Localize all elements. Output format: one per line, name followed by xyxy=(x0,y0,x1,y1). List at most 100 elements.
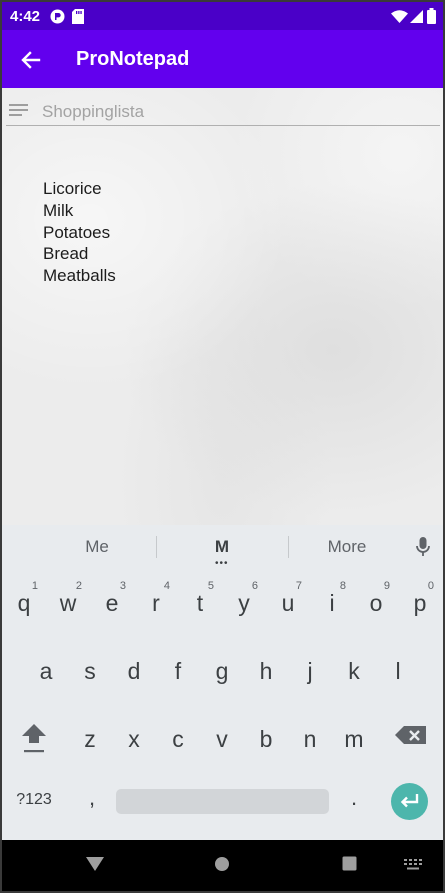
sd-card-icon xyxy=(72,9,84,29)
short-text-icon xyxy=(8,102,30,123)
key-char: i xyxy=(329,590,335,616)
wifi-icon xyxy=(391,10,408,28)
suggestion-divider xyxy=(288,536,289,558)
key-char: n xyxy=(303,726,317,752)
key-char: g xyxy=(215,658,229,684)
key-v[interactable]: v xyxy=(202,709,242,761)
suggestion-left[interactable]: Me xyxy=(62,537,132,557)
key-char: t xyxy=(196,590,204,616)
enter-arrow-icon xyxy=(400,794,419,808)
key-char: p xyxy=(413,590,427,616)
key-a[interactable]: a xyxy=(26,641,66,693)
key-t[interactable]: t5 xyxy=(180,573,220,625)
note-body[interactable]: Licorice Milk Potatoes Bread Meatballs xyxy=(43,178,116,287)
key-char: f xyxy=(174,658,182,684)
note-line: Meatballs xyxy=(43,266,116,286)
key-u[interactable]: u7 xyxy=(268,573,308,625)
key-s[interactable]: s xyxy=(70,641,110,693)
home-circle-icon[interactable] xyxy=(214,856,230,877)
key-hint-number: 0 xyxy=(427,580,434,592)
note-editor: Licorice Milk Potatoes Bread Meatballs xyxy=(2,88,443,525)
app-bar: ProNotepad xyxy=(2,30,443,88)
symbols-key[interactable]: ?123 xyxy=(6,791,62,815)
more-suggestions-dots: ••• xyxy=(215,558,229,569)
data-saver-icon xyxy=(50,9,65,29)
shift-icon[interactable] xyxy=(12,720,56,760)
key-b[interactable]: b xyxy=(246,709,286,761)
key-h[interactable]: h xyxy=(246,641,286,693)
key-i[interactable]: i8 xyxy=(312,573,352,625)
key-m[interactable]: m xyxy=(334,709,374,761)
mic-icon[interactable] xyxy=(415,536,431,563)
key-n[interactable]: n xyxy=(290,709,330,761)
key-char: x xyxy=(128,726,140,752)
key-char: o xyxy=(369,590,383,616)
key-x[interactable]: x xyxy=(114,709,154,761)
backspace-icon[interactable] xyxy=(394,723,428,749)
key-char: r xyxy=(152,590,160,616)
recents-square-icon[interactable] xyxy=(342,856,357,876)
key-hint-number: 7 xyxy=(295,580,302,592)
status-bar: 4:42 xyxy=(2,2,443,30)
key-hint-number: 5 xyxy=(207,580,214,592)
key-char: b xyxy=(259,726,273,752)
key-hint-number: 6 xyxy=(251,580,258,592)
suggestion-center[interactable]: M xyxy=(187,537,257,557)
note-line: Potatoes xyxy=(43,222,111,242)
signal-icon xyxy=(410,10,423,28)
period-key[interactable]: . xyxy=(342,785,366,815)
note-title-row xyxy=(6,96,440,126)
key-g[interactable]: g xyxy=(202,641,242,693)
key-f[interactable]: f xyxy=(158,641,198,693)
key-hint-number: 9 xyxy=(383,580,390,592)
key-char: v xyxy=(216,726,228,752)
key-char: d xyxy=(127,658,141,684)
app-title: ProNotepad xyxy=(76,48,190,70)
key-hint-number: 8 xyxy=(339,580,346,592)
key-k[interactable]: k xyxy=(334,641,374,693)
key-d[interactable]: d xyxy=(114,641,154,693)
key-char: s xyxy=(84,658,96,684)
key-z[interactable]: z xyxy=(70,709,110,761)
back-triangle-icon[interactable] xyxy=(86,856,104,877)
comma-key[interactable]: , xyxy=(77,785,107,815)
key-char: u xyxy=(281,590,295,616)
key-o[interactable]: o9 xyxy=(356,573,396,625)
key-hint-number: 3 xyxy=(119,580,126,592)
system-nav-bar xyxy=(2,840,443,891)
key-char: h xyxy=(259,658,273,684)
phone-screen: 4:42 ProNotepad Licoric xyxy=(2,2,443,891)
suggestion-right[interactable]: More xyxy=(312,537,382,557)
key-l[interactable]: l xyxy=(378,641,418,693)
key-char: j xyxy=(307,658,313,684)
key-w[interactable]: w2 xyxy=(48,573,88,625)
key-j[interactable]: j xyxy=(290,641,330,693)
key-q[interactable]: q1 xyxy=(4,573,44,625)
soft-keyboard: Me M ••• More q1w2e3r4t5y6u7i8o9p0asdfgh… xyxy=(2,525,443,840)
note-line: Bread xyxy=(43,244,89,264)
arrow-left-icon[interactable] xyxy=(18,47,44,73)
key-hint-number: 2 xyxy=(75,580,82,592)
key-char: w xyxy=(59,590,77,616)
note-title-input[interactable] xyxy=(42,100,432,124)
key-char: c xyxy=(172,726,184,752)
suggestion-strip: Me M ••• More xyxy=(2,525,443,569)
key-char: k xyxy=(348,658,360,684)
key-char: l xyxy=(395,658,401,684)
key-e[interactable]: e3 xyxy=(92,573,132,625)
key-hint-number: 4 xyxy=(163,580,170,592)
status-time: 4:42 xyxy=(10,8,41,25)
key-char: a xyxy=(39,658,53,684)
note-line: Licorice xyxy=(43,179,102,198)
enter-key[interactable] xyxy=(391,783,428,820)
space-bar[interactable] xyxy=(116,789,329,814)
key-char: m xyxy=(344,726,364,752)
key-p[interactable]: p0 xyxy=(400,573,440,625)
battery-icon xyxy=(427,8,436,29)
key-r[interactable]: r4 xyxy=(136,573,176,625)
key-char: e xyxy=(105,590,119,616)
note-line: Milk xyxy=(43,200,74,220)
keyboard-switch-icon[interactable] xyxy=(404,858,422,876)
key-c[interactable]: c xyxy=(158,709,198,761)
key-y[interactable]: y6 xyxy=(224,573,264,625)
